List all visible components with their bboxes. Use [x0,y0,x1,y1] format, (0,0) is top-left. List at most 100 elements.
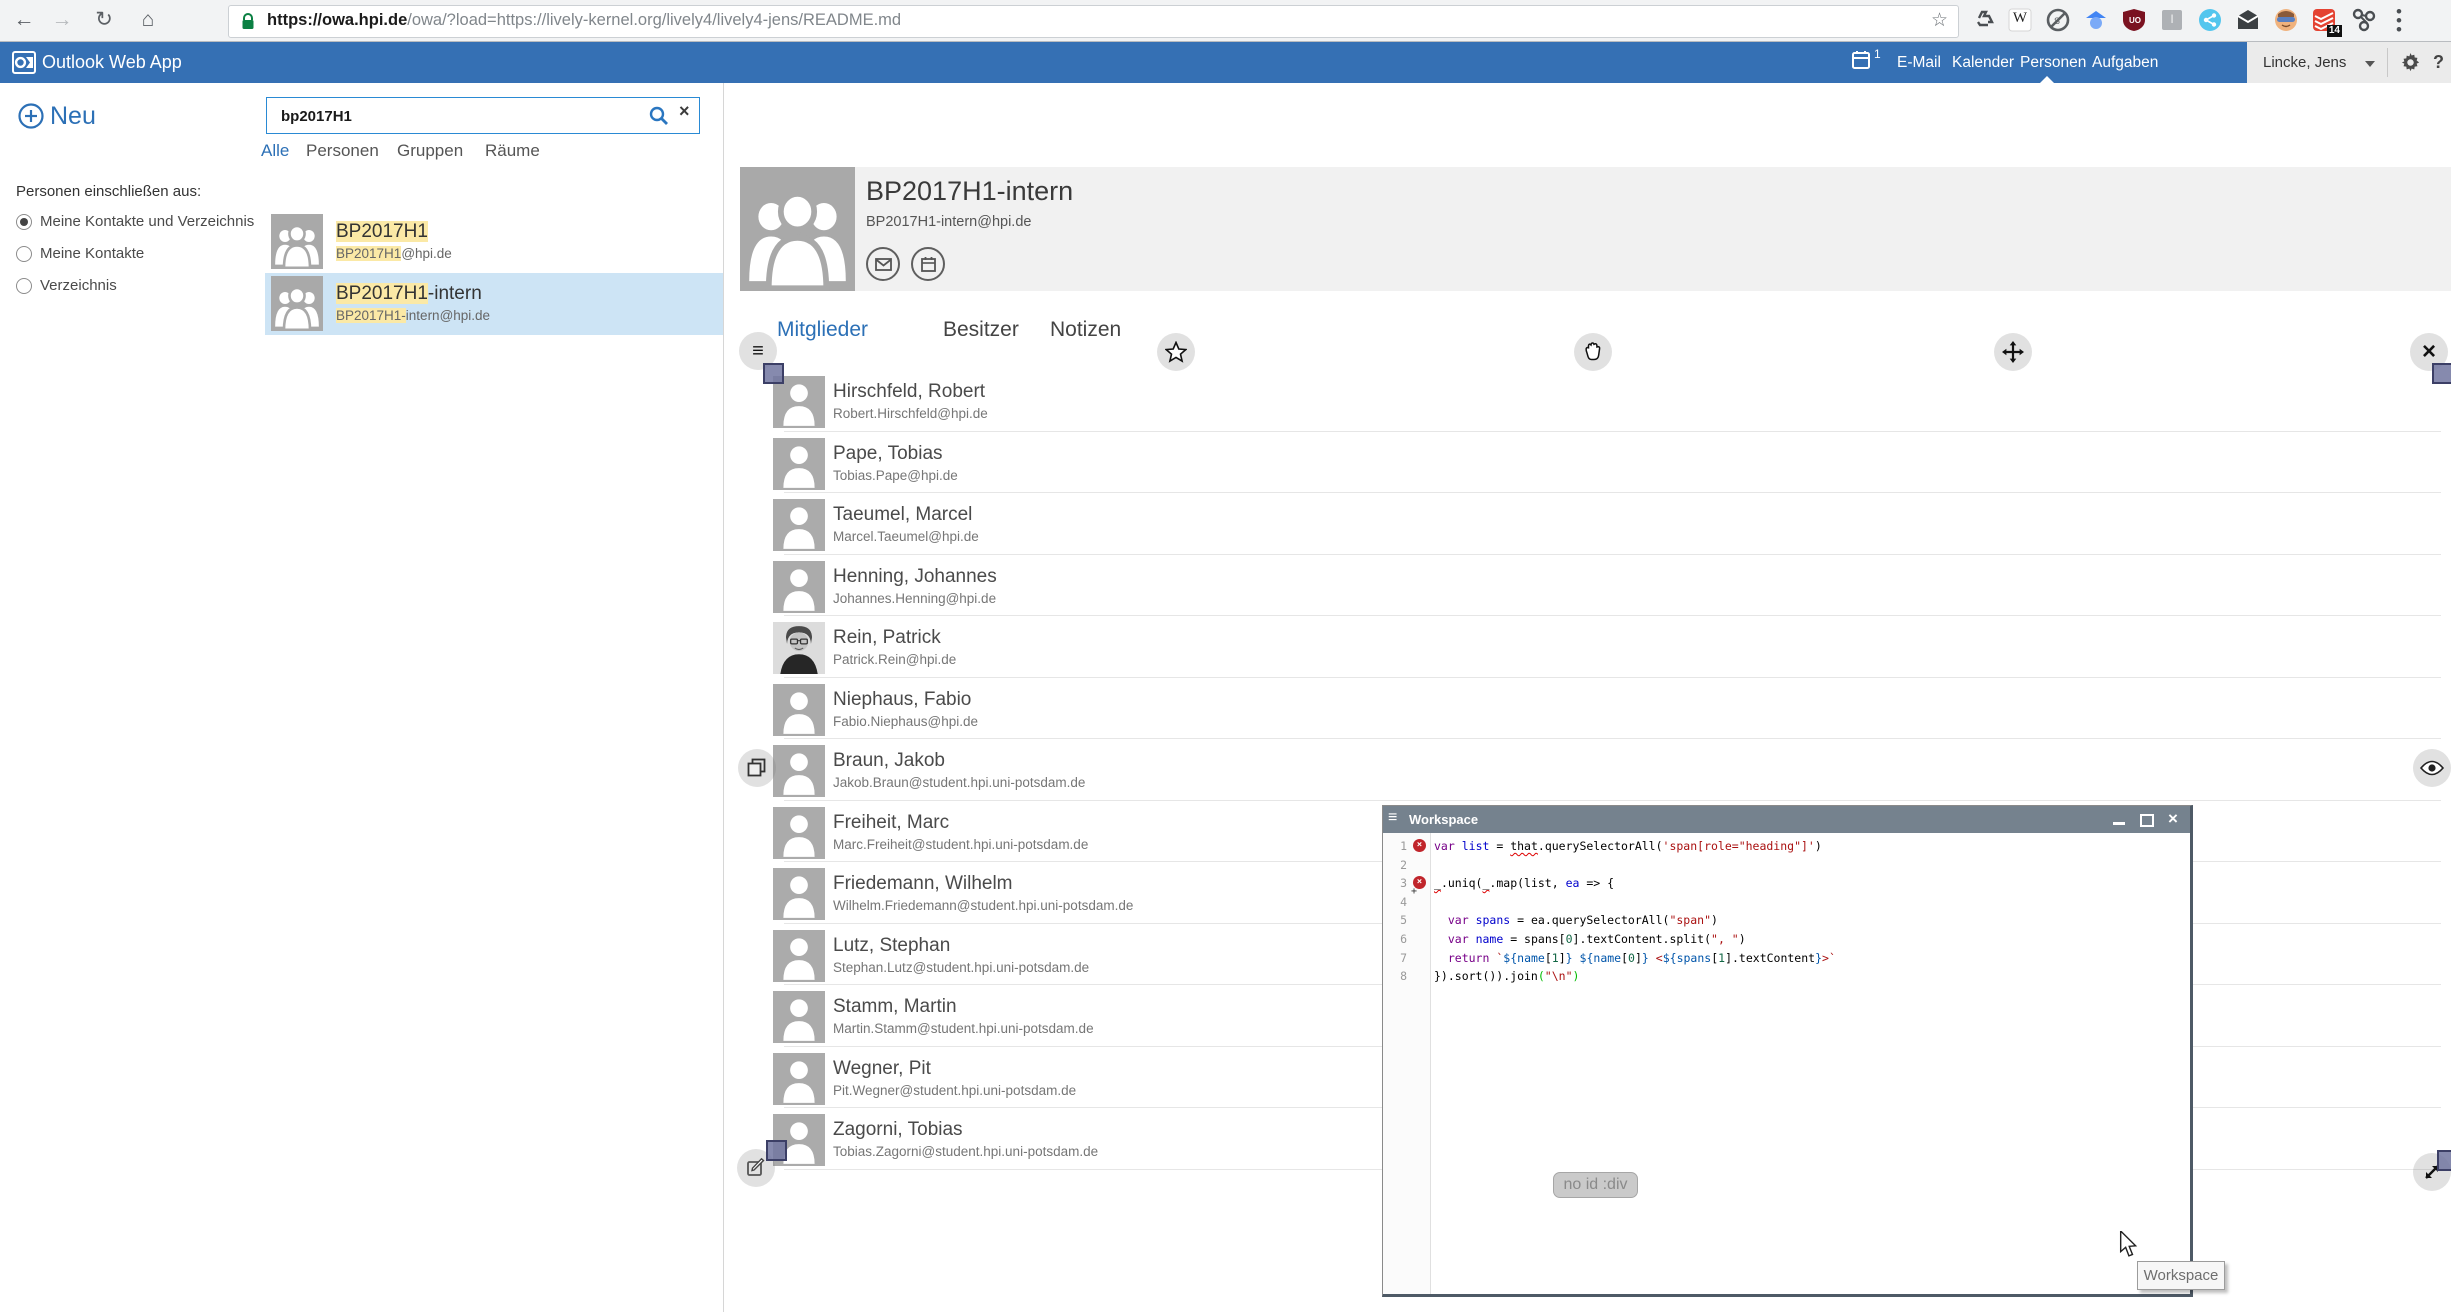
home-icon[interactable]: ⌂ [132,5,164,37]
halo-corner-handle[interactable] [766,1140,787,1161]
code-line[interactable]: _.uniq(_.map(list, ea => { [1434,874,1614,893]
group-avatar [740,167,855,291]
halo-corner-handle[interactable] [2432,363,2451,384]
address-bar[interactable]: https://owa.hpi.de/owa/?load=https://liv… [228,5,1959,38]
include-from-label: Personen einschließen aus: [16,183,201,200]
result-email: BP2017H1@hpi.de [336,246,452,261]
contact-tab-besitzer[interactable]: Besitzer [943,318,1019,342]
forward-icon[interactable]: → [46,5,78,37]
code-line[interactable]: var name = spans[0].textContent.split(",… [1434,930,1746,949]
member-row[interactable]: Hirschfeld, RobertRobert.Hirschfeld@hpi.… [724,370,2451,432]
lock-icon [241,13,255,35]
gray-extension-icon[interactable]: I [2160,8,2186,34]
window-close-button[interactable]: × [2161,806,2185,833]
code-line[interactable]: var spans = ea.querySelectorAll("span") [1434,911,1718,930]
member-email: Fabio.Niephaus@hpi.de [833,714,978,729]
search-result-row[interactable]: BP2017H1-internBP2017H1-intern@hpi.de [265,273,723,335]
halo-copy-icon[interactable] [738,749,776,787]
ublock-extension-icon[interactable]: UO [2122,8,2148,34]
clear-search-icon[interactable]: × [679,101,690,122]
search-icon[interactable] [648,105,670,132]
window-minimize-button[interactable] [2107,806,2131,833]
workspace-menu-icon[interactable]: ≡ [1388,809,1397,827]
line-number: 8 [1383,967,1407,986]
back-icon[interactable]: ← [8,5,40,37]
schedule-meeting-button[interactable] [911,247,945,281]
search-input[interactable] [279,102,643,130]
todoist-extension-icon[interactable]: 14 [2312,8,2338,34]
line-number: 5 [1383,911,1407,930]
search-tab-räume[interactable]: Räume [485,141,540,161]
owa-nav-aufgaben[interactable]: Aufgaben [2092,42,2158,83]
member-row[interactable]: Pape, TobiasTobias.Pape@hpi.de [724,432,2451,494]
browser-menu-icon[interactable]: ••• [2395,7,2403,34]
workspace-code[interactable]: 1×23×+45678 var list = that.querySelecto… [1383,833,2190,1294]
owa-top-bar: Outlook Web App 1 E-MailKalenderPersonen… [0,42,2451,83]
code-line[interactable]: var list = that.querySelectorAll('span[r… [1434,837,1822,856]
search-tab-gruppen[interactable]: Gruppen [397,141,463,161]
member-email: Tobias.Pape@hpi.de [833,468,958,483]
user-menu[interactable]: Lincke, Jens [2263,42,2346,83]
owa-nav-email[interactable]: E-Mail [1897,42,1941,83]
member-name: Friedemann, Wilhelm [833,873,1013,895]
member-row[interactable]: Rein, PatrickPatrick.Rein@hpi.de [724,616,2451,678]
member-avatar [773,930,825,982]
radio-button[interactable] [16,278,32,294]
reload-icon[interactable]: ↻ [88,5,120,37]
search-result-row[interactable]: BP2017H1BP2017H1@hpi.de [265,211,723,273]
workspace-titlebar[interactable]: ≡ Workspace × [1383,806,2190,833]
divider [2387,48,2388,77]
member-avatar [773,745,825,797]
noscript-extension-icon[interactable]: S [2046,8,2072,34]
member-row[interactable]: Taeumel, MarcelMarcel.Taeumel@hpi.de [724,493,2451,555]
mouse-cursor [2119,1231,2138,1263]
contact-title: BP2017H1-intern [866,176,1073,207]
halo-grab-hand-icon[interactable] [1574,333,1612,371]
code-line[interactable]: }).sort()).join("\n") [1434,967,1579,986]
member-email: Wilhelm.Friedemann@student.hpi.uni-potsd… [833,898,1133,913]
result-email: BP2017H1-intern@hpi.de [336,308,490,323]
inbox-extension-icon[interactable] [2236,8,2262,34]
member-row[interactable]: Henning, JohannesJohannes.Henning@hpi.de [724,555,2451,617]
settings-gear-icon[interactable] [2401,53,2420,77]
workspace-window[interactable]: ≡ Workspace × 1×23×+45678 var list = tha… [1382,805,2193,1297]
halo-corner-handle[interactable] [2437,1150,2451,1171]
member-email: Tobias.Zagorni@student.hpi.uni-potsdam.d… [833,1144,1098,1159]
member-email: Marc.Freiheit@student.hpi.uni-potsdam.de [833,837,1088,852]
halo-move-icon[interactable] [1994,333,2032,371]
radio-button[interactable] [16,214,32,230]
radio-button[interactable] [16,246,32,262]
help-button[interactable]: ? [2433,42,2444,83]
wikipedia-extension-icon[interactable]: W [2008,8,2034,34]
halo-corner-handle[interactable] [763,363,784,384]
member-avatar [773,438,825,490]
group-avatar [271,276,323,331]
halo-eye-icon[interactable] [2413,749,2451,787]
contact-tab-notizen[interactable]: Notizen [1050,318,1121,342]
search-tab-alle[interactable]: Alle [261,141,289,161]
member-name: Freiheit, Marc [833,812,949,834]
recycle-extension-icon[interactable] [1972,8,1998,34]
owa-nav-kalender[interactable]: Kalender [1952,42,2014,83]
fold-plus-icon[interactable]: + [1411,887,1417,897]
molecule-extension-icon[interactable] [2352,8,2378,34]
share-extension-icon[interactable] [2198,8,2224,34]
member-row[interactable]: Braun, JakobJakob.Braun@student.hpi.uni-… [724,739,2451,801]
member-photo [773,622,825,674]
code-line[interactable]: return `${name[1]} ${name[0]} <${spans[1… [1434,949,1836,968]
member-email: Pit.Wegner@student.hpi.uni-potsdam.de [833,1083,1076,1098]
line-number: 2 [1383,856,1407,875]
svg-text:S: S [2054,16,2060,26]
url-text[interactable]: https://owa.hpi.de/owa/?load=https://liv… [267,6,901,35]
search-tab-personen[interactable]: Personen [306,141,379,161]
window-maximize-button[interactable] [2134,806,2158,833]
bookmark-star-icon[interactable]: ☆ [1931,9,1948,32]
halo-star-icon[interactable] [1157,333,1195,371]
member-row[interactable]: Niephaus, FabioFabio.Niephaus@hpi.de [724,678,2451,740]
line-number: 4 [1383,893,1407,912]
send-mail-button[interactable] [866,247,900,281]
scholar-extension-icon[interactable] [2084,8,2110,34]
people-search-box[interactable]: × [266,97,700,134]
contact-tab-mitglieder[interactable]: Mitglieder [777,318,868,342]
avatar-extension-icon[interactable] [2274,8,2300,34]
